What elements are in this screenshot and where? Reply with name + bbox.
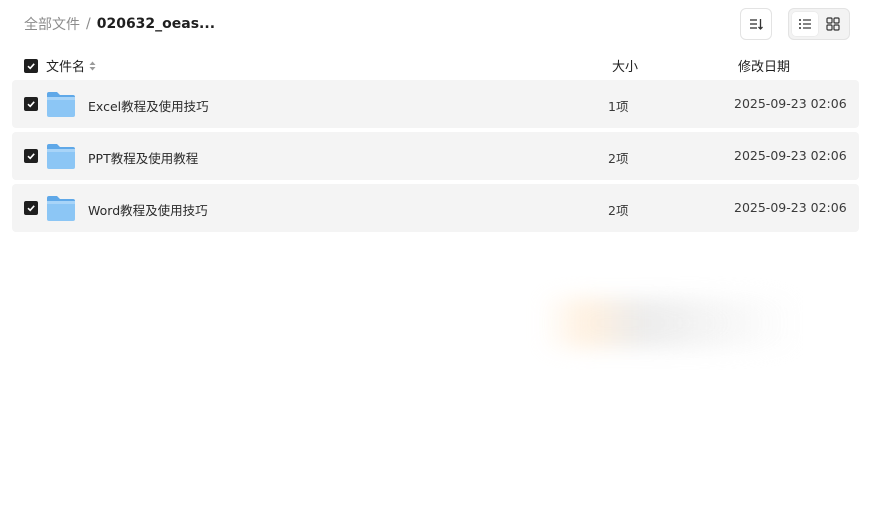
column-header-size[interactable]: 大小 — [612, 56, 638, 75]
row-name[interactable]: Excel教程及使用技巧 — [88, 96, 209, 115]
row-checkbox[interactable] — [24, 97, 38, 111]
table-row[interactable]: PPT教程及使用教程 2项 2025-09-23 02:06 — [12, 132, 859, 180]
check-icon — [27, 101, 35, 108]
check-icon — [27, 62, 35, 69]
grid-view-icon — [826, 17, 840, 31]
select-all-checkbox[interactable] — [24, 58, 38, 73]
row-size: 2项 — [608, 203, 629, 218]
table-row[interactable]: Word教程及使用技巧 2项 2025-09-23 02:06 — [12, 184, 859, 232]
sort-button[interactable] — [740, 8, 772, 40]
row-date: 2025-09-23 02:06 — [734, 148, 847, 163]
blurred-overlay — [540, 298, 800, 348]
row-checkbox[interactable] — [24, 149, 38, 163]
file-browser: 全部文件 / 020632_oeas... 文件名 大小 修改日期 Excel教… — [0, 0, 874, 514]
row-date: 2025-09-23 02:06 — [734, 96, 847, 111]
breadcrumb: 全部文件 / 020632_oeas... — [24, 14, 215, 34]
sort-arrows-icon[interactable] — [89, 61, 96, 71]
column-header-name[interactable]: 文件名 — [46, 56, 85, 75]
row-checkbox[interactable] — [24, 201, 38, 215]
row-name[interactable]: Word教程及使用技巧 — [88, 200, 208, 219]
row-date: 2025-09-23 02:06 — [734, 200, 847, 215]
column-header-date[interactable]: 修改日期 — [738, 56, 790, 75]
sort-desc-icon — [750, 19, 763, 30]
row-size: 2项 — [608, 151, 629, 166]
folder-icon — [47, 196, 75, 221]
list-view-button[interactable] — [791, 11, 819, 37]
view-toggle — [788, 8, 850, 40]
table-header: 文件名 大小 修改日期 — [12, 50, 859, 78]
row-name[interactable]: PPT教程及使用教程 — [88, 148, 198, 167]
list-view-icon — [799, 19, 811, 29]
check-icon — [27, 153, 35, 160]
table-row[interactable]: Excel教程及使用技巧 1项 2025-09-23 02:06 — [12, 80, 859, 128]
breadcrumb-separator: / — [86, 16, 91, 32]
breadcrumb-root-link[interactable]: 全部文件 — [24, 14, 80, 34]
folder-icon — [47, 92, 75, 117]
select-all-cell: 文件名 — [24, 56, 96, 75]
check-icon — [27, 205, 35, 212]
folder-icon — [47, 144, 75, 169]
grid-view-button[interactable] — [819, 11, 847, 37]
breadcrumb-current: 020632_oeas... — [96, 16, 216, 32]
row-size: 1项 — [608, 99, 629, 114]
